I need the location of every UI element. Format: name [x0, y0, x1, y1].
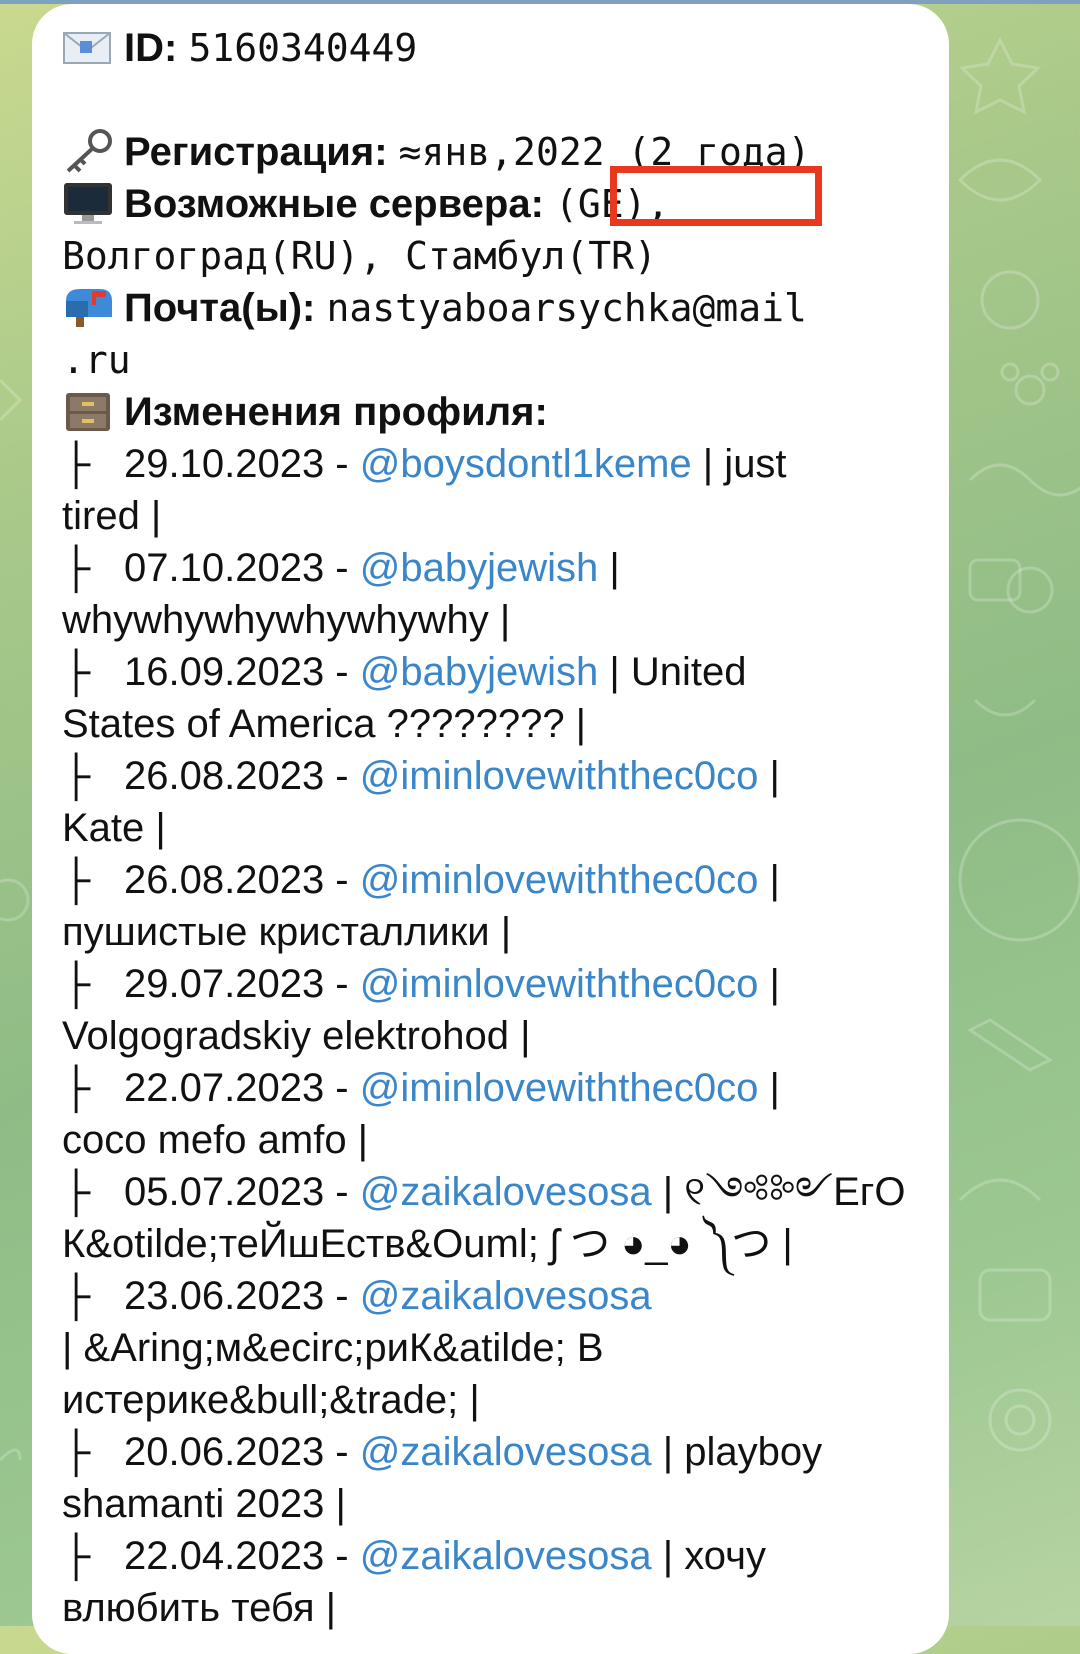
- change-name-start: | ୧༺༻ЕгО: [662, 1170, 906, 1214]
- change-name-text: пушистые кристаллики |: [62, 910, 512, 954]
- envelope-icon: [62, 25, 114, 69]
- tree-branch-glyph: ├: [62, 858, 91, 902]
- change-name-start: | playboy: [662, 1430, 823, 1474]
- change-name-start: | хочу: [662, 1534, 767, 1578]
- change-name-text: Kate |: [62, 806, 166, 850]
- change-name-text: tired |: [62, 494, 162, 538]
- tree-branch-glyph: ├: [62, 650, 91, 694]
- change-name-text: coco mefo amfo |: [62, 1118, 369, 1162]
- profile-change-entry: ├ 26.08.2023 - @iminlovewiththec0co |: [62, 854, 921, 906]
- change-date: 20.06.2023 -: [124, 1430, 349, 1474]
- profile-changes-list: ├ 29.10.2023 - @boysdontl1keme | just tire…: [62, 438, 921, 1634]
- profile-change-entry: ├ 26.08.2023 - @iminlovewiththec0co |: [62, 750, 921, 802]
- changes-header-line: Изменения профиля:: [62, 386, 921, 438]
- tree-branch-glyph: ├: [62, 1170, 91, 1214]
- profile-change-entry: ├ 23.06.2023 - @zaikalovesosa: [62, 1270, 921, 1322]
- username-link[interactable]: @iminlovewiththec0co: [360, 962, 759, 1006]
- username-link[interactable]: @babyjewish: [360, 650, 599, 694]
- profile-change-entry: ├ 29.10.2023 - @boysdontl1keme | just: [62, 438, 921, 490]
- profile-change-entry: ├ 22.04.2023 - @zaikalovesosa | хочу: [62, 1530, 921, 1582]
- change-name-start: |: [769, 1066, 780, 1110]
- tree-branch-glyph: ├: [62, 1534, 91, 1578]
- desktop-computer-icon: [62, 181, 114, 225]
- profile-change-entry: ├ 22.07.2023 - @iminlovewiththec0co |: [62, 1062, 921, 1114]
- tree-branch-glyph: ├: [62, 1066, 91, 1110]
- change-date: 26.08.2023 -: [124, 754, 349, 798]
- mail-value-line2: .ru: [62, 338, 131, 382]
- id-label: ID:: [124, 26, 178, 70]
- change-date: 07.10.2023 -: [124, 546, 349, 590]
- changes-label: Изменения профиля:: [124, 390, 548, 434]
- mail-label: Почта(ы):: [124, 286, 316, 330]
- change-name-start: |: [769, 962, 780, 1006]
- username-link[interactable]: @iminlovewiththec0co: [360, 1066, 759, 1110]
- key-icon: [62, 129, 114, 173]
- registration-label: Регистрация:: [124, 130, 388, 174]
- change-date: 05.07.2023 -: [124, 1170, 349, 1214]
- highlight-box: [610, 166, 822, 226]
- change-date: 16.09.2023 -: [124, 650, 349, 694]
- change-name-start: | United: [609, 650, 747, 694]
- username-link[interactable]: @zaikalovesosa: [360, 1534, 652, 1578]
- id-value: 5160340449: [188, 26, 418, 70]
- change-name-start: | just: [702, 442, 787, 486]
- change-name-text: shamanti 2023 |: [62, 1482, 346, 1526]
- change-name-text-continued: истерике&bull;&trade; |: [62, 1378, 480, 1422]
- username-link[interactable]: @iminlovewiththec0co: [360, 858, 759, 902]
- change-name-text: влюбить тебя |: [62, 1586, 337, 1630]
- servers-label: Возможные сервера:: [124, 182, 544, 226]
- username-link[interactable]: @zaikalovesosa: [360, 1170, 652, 1214]
- message-bubble: ID: 5160340449 Регистрация: ≈янв,2022 (2…: [32, 4, 949, 1654]
- tree-branch-glyph: ├: [62, 546, 91, 590]
- tree-branch-glyph: ├: [62, 1430, 91, 1474]
- tree-branch-glyph: ├: [62, 962, 91, 1006]
- change-name-start: |: [609, 546, 620, 590]
- change-name-text: | &Aring;м&ecirc;риК&atilde; В: [62, 1326, 604, 1370]
- profile-change-entry: ├ 16.09.2023 - @babyjewish | United: [62, 646, 921, 698]
- change-date: 22.07.2023 -: [124, 1066, 349, 1110]
- change-name-text: Volgogradskiy elektrohod |: [62, 1014, 531, 1058]
- mailbox-icon: [62, 285, 114, 329]
- username-link[interactable]: @boysdontl1keme: [360, 442, 692, 486]
- change-date: 22.04.2023 -: [124, 1534, 349, 1578]
- profile-change-entry: ├ 20.06.2023 - @zaikalovesosa | playboy: [62, 1426, 921, 1478]
- mail-line: Почта(ы): nastyaboarsychka@mail: [62, 282, 921, 334]
- id-line: ID: 5160340449: [62, 22, 921, 74]
- mail-value-line1: nastyaboarsychka@mail: [326, 286, 807, 330]
- tree-branch-glyph: ├: [62, 754, 91, 798]
- username-link[interactable]: @zaikalovesosa: [360, 1274, 652, 1318]
- file-cabinet-icon: [62, 389, 114, 433]
- change-name-start: |: [769, 858, 780, 902]
- change-date: 29.07.2023 -: [124, 962, 349, 1006]
- username-link[interactable]: @iminlovewiththec0co: [360, 754, 759, 798]
- change-name-text: States of America ???????? |: [62, 702, 587, 746]
- change-date: 29.10.2023 -: [124, 442, 349, 486]
- profile-change-entry: ├ 05.07.2023 - @zaikalovesosa | ୧༺༻ЕгО: [62, 1166, 921, 1218]
- change-name-start: |: [769, 754, 780, 798]
- tree-branch-glyph: ├: [62, 442, 91, 486]
- profile-change-entry: ├ 29.07.2023 - @iminlovewiththec0co |: [62, 958, 921, 1010]
- servers-value-line2: Волгоград(RU), Стамбул(TR): [62, 234, 657, 278]
- username-link[interactable]: @zaikalovesosa: [360, 1430, 652, 1474]
- profile-change-entry: ├ 07.10.2023 - @babyjewish |: [62, 542, 921, 594]
- change-name-text: whywhywhywhywhywhy |: [62, 598, 511, 642]
- change-name-text: К&otilde;теЙшЕств&Ouml; ʃ つ ◕_◕ ༽つ |: [62, 1222, 793, 1266]
- change-date: 26.08.2023 -: [124, 858, 349, 902]
- username-link[interactable]: @babyjewish: [360, 546, 599, 590]
- tree-branch-glyph: ├: [62, 1274, 91, 1318]
- change-date: 23.06.2023 -: [124, 1274, 349, 1318]
